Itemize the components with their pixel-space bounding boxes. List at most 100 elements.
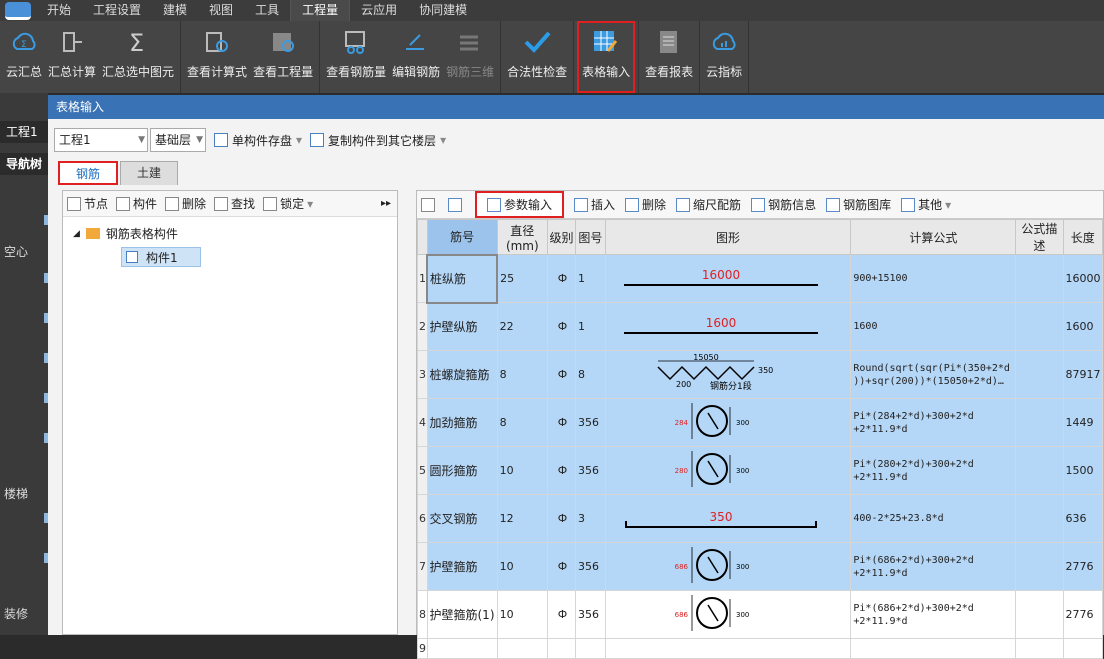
cell-formula[interactable]: 1600 — [850, 302, 1017, 351]
param-button[interactable]: 参数输入 — [475, 191, 565, 218]
cell-grade[interactable]: Ф — [546, 350, 576, 399]
menu-tab[interactable]: 工程设置 — [82, 0, 152, 21]
report-button[interactable]: 查看报表 — [642, 21, 696, 93]
cell-figure-no[interactable]: 356 — [574, 542, 606, 591]
cell-grade[interactable]: Ф — [546, 542, 576, 591]
column-header[interactable]: 公式描述 — [1015, 219, 1064, 255]
cell-figure-no[interactable]: 356 — [574, 398, 606, 447]
cell-figure-no[interactable] — [574, 638, 606, 659]
cell-diameter[interactable]: 25 — [496, 254, 548, 303]
cell-diameter[interactable]: 12 — [496, 494, 548, 543]
cell-figure-no[interactable]: 3 — [574, 494, 606, 543]
delete-button[interactable]: 删除 — [165, 195, 206, 212]
cell-formula-desc[interactable] — [1015, 446, 1064, 495]
collapse-icon[interactable]: ◢ — [73, 229, 80, 239]
cell-shape[interactable]: 686 300 — [604, 542, 852, 591]
sum-calc-button[interactable]: 汇总计算 — [45, 21, 99, 93]
tree-item-component[interactable]: 构件1 — [121, 247, 201, 267]
scale-button[interactable]: 缩尺配筋 — [676, 196, 741, 213]
nav-tree-label[interactable]: 导航树 — [0, 153, 48, 175]
cell-bar-name[interactable]: 加劲箍筋 — [426, 398, 498, 447]
menu-tab[interactable]: 视图 — [198, 0, 244, 21]
cell-bar-name[interactable]: 护壁箍筋 — [426, 542, 498, 591]
cell-figure-no[interactable]: 8 — [574, 350, 606, 399]
cell-formula-desc[interactable] — [1015, 398, 1064, 447]
delete-button[interactable]: 删除 — [625, 196, 666, 213]
cell-shape[interactable]: 16000 — [604, 254, 852, 303]
move-up-button[interactable] — [421, 197, 438, 212]
tree-root[interactable]: ◢ 钢筋表格构件 — [73, 225, 178, 242]
menu-tab[interactable]: 协同建模 — [408, 0, 478, 21]
cell-grade[interactable]: Ф — [546, 398, 576, 447]
cell-grade[interactable]: Ф — [546, 590, 576, 639]
tab-civil[interactable]: 土建 — [120, 161, 179, 185]
formula-view-button[interactable]: 查看计算式 — [184, 21, 250, 93]
menu-tab[interactable]: 云应用 — [350, 0, 408, 21]
cell-bar-name[interactable]: 护壁箍筋(1) — [426, 590, 498, 639]
cell-bar-name[interactable] — [426, 638, 498, 659]
menu-tab[interactable]: 工程量 — [290, 0, 351, 21]
cell-grade[interactable]: Ф — [546, 254, 576, 303]
copy-to-floors-button[interactable]: 复制构件到其它楼层 ▾ — [310, 132, 446, 149]
cell-bar-name[interactable]: 桩纵筋 — [425, 253, 499, 304]
menu-tab[interactable]: 工具 — [244, 0, 290, 21]
cell-formula[interactable]: Pi*(280+2*d)+300+2*d +2*11.9*d — [850, 446, 1017, 495]
cloud-sum-button[interactable]: Σ 云汇总 — [3, 21, 45, 93]
cell-bar-name[interactable]: 桩螺旋箍筋 — [426, 350, 498, 399]
table-row[interactable]: 6 交叉钢筋 12 Ф 3 350 400-2*25+23.8*d 636 — [417, 494, 1104, 543]
table-input-button[interactable]: 表格输入 — [577, 21, 636, 93]
cell-length[interactable] — [1062, 638, 1104, 659]
cloud-index-button[interactable]: 云指标 — [703, 21, 745, 93]
save-component-button[interactable]: 单构件存盘 ▾ — [214, 132, 302, 149]
other-button[interactable]: 其他 ▾ — [901, 196, 951, 213]
cell-length[interactable]: 1449 — [1062, 398, 1104, 447]
cell-shape[interactable]: 280 300 — [604, 446, 852, 495]
cell-formula[interactable]: Pi*(284+2*d)+300+2*d +2*11.9*d — [850, 398, 1017, 447]
cell-diameter[interactable]: 10 — [496, 542, 548, 591]
cell-grade[interactable]: Ф — [546, 446, 576, 495]
cell-figure-no[interactable]: 1 — [574, 254, 606, 303]
cell-formula-desc[interactable] — [1015, 638, 1064, 659]
cell-figure-no[interactable]: 356 — [574, 590, 606, 639]
sidebar-item-hollow[interactable]: 空心 — [4, 243, 28, 260]
sidebar-item-decor[interactable]: 装修 — [4, 605, 28, 622]
menu-tab[interactable]: 建模 — [152, 0, 198, 21]
column-header[interactable]: 长度 — [1062, 219, 1104, 255]
table-row[interactable]: 9 — [417, 638, 1104, 659]
floor-select[interactable]: 基础层 ▼ — [150, 128, 206, 152]
cell-formula-desc[interactable] — [1015, 302, 1064, 351]
cell-diameter[interactable]: 10 — [496, 446, 548, 495]
cell-shape[interactable]: 686 300 — [604, 590, 852, 639]
table-row[interactable]: 1 桩纵筋 25 Ф 1 16000 900+15100 16000 — [417, 253, 1104, 304]
tab-rebar[interactable]: 钢筋 — [58, 161, 119, 185]
cell-length[interactable]: 87917 — [1062, 350, 1104, 399]
expand-icon[interactable]: ▸▸ — [381, 198, 391, 209]
cell-shape[interactable]: 284 300 — [604, 398, 852, 447]
node-button[interactable]: 节点 — [67, 195, 108, 212]
check-button[interactable]: 合法性检查 — [504, 21, 570, 93]
insert-button[interactable]: 插入 — [574, 196, 615, 213]
table-row[interactable]: 4 加劲箍筋 8 Ф 356 284 300 Pi*(284+2*d)+300+2*d +2*… — [417, 398, 1104, 447]
table-row[interactable]: 5 圆形箍筋 10 Ф 356 280 300 Pi*(280+2*d)+300+2*d +2… — [417, 446, 1104, 495]
cell-shape[interactable]: 1600 — [604, 302, 852, 351]
table-row[interactable]: 7 护壁箍筋 10 Ф 356 686 300 Pi*(686+2*d)+300+2*d +2… — [417, 542, 1104, 591]
cell-grade[interactable] — [546, 638, 576, 659]
sidebar-item-stairs[interactable]: 楼梯 — [4, 485, 28, 502]
column-header[interactable]: 图号 — [574, 219, 606, 255]
cell-bar-name[interactable]: 圆形箍筋 — [426, 446, 498, 495]
rebar-library-button[interactable]: 钢筋图库 — [826, 196, 891, 213]
cell-diameter[interactable]: 8 — [496, 398, 548, 447]
cell-diameter[interactable]: 22 — [496, 302, 548, 351]
column-header[interactable]: 级别 — [546, 219, 576, 255]
find-button[interactable]: 查找 — [214, 195, 255, 212]
cell-formula[interactable] — [850, 638, 1017, 659]
cell-shape[interactable]: 350 — [604, 494, 852, 543]
menu-tab[interactable]: 开始 — [36, 0, 82, 21]
cell-length[interactable]: 1500 — [1062, 446, 1104, 495]
cell-diameter[interactable] — [496, 638, 548, 659]
cell-grade[interactable]: Ф — [546, 494, 576, 543]
cell-formula[interactable]: 900+15100 — [850, 254, 1017, 303]
cell-formula[interactable]: 400-2*25+23.8*d — [850, 494, 1017, 543]
cell-diameter[interactable]: 8 — [496, 350, 548, 399]
cell-formula-desc[interactable] — [1015, 590, 1064, 639]
